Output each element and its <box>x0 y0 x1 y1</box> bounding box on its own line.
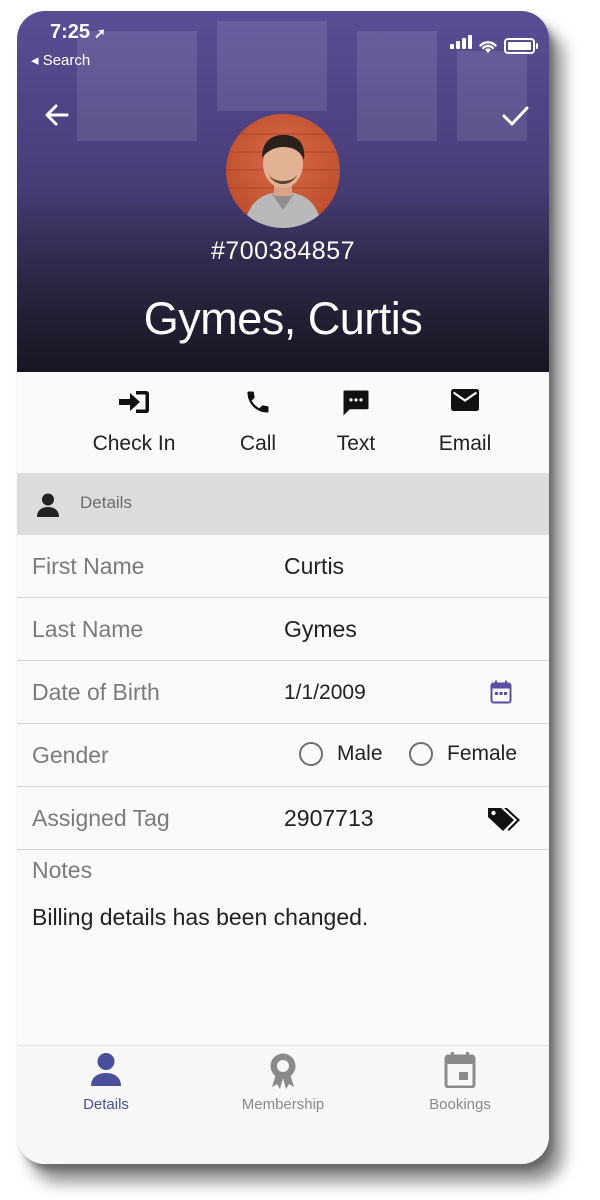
tab-details-label: Details <box>83 1096 129 1113</box>
avatar-photo <box>226 133 340 228</box>
tab-details[interactable]: Details <box>17 1046 195 1146</box>
notes-field[interactable]: Billing details has been changed. <box>32 904 368 931</box>
tab-bar: Details Membership Bookings <box>17 1045 549 1164</box>
check-in-label: Check In <box>92 432 176 455</box>
member-name: Gymes, Curtis <box>143 293 423 344</box>
battery-icon <box>504 38 538 54</box>
first-name-field[interactable]: Curtis <box>284 553 344 580</box>
phone-icon <box>247 391 269 413</box>
last-name-label: Last Name <box>32 616 144 642</box>
wifi-icon <box>479 41 497 53</box>
text-label: Text <box>336 432 376 455</box>
notes-label: Notes <box>32 857 93 883</box>
person-icon <box>37 493 59 517</box>
tab-bookings-label: Bookings <box>429 1096 491 1113</box>
arrow-left-icon <box>45 104 69 126</box>
radio-unchecked-icon <box>299 742 323 766</box>
check-in-icon <box>119 391 149 413</box>
calendar-icon[interactable] <box>490 680 512 704</box>
email-button[interactable]: Email <box>425 372 505 473</box>
call-label: Call <box>239 432 277 455</box>
phone-screen: 7:25 ➚ ◂ Search #700384857 Gymes, Curtis… <box>17 11 549 1164</box>
tags-icon[interactable] <box>487 806 521 832</box>
email-icon <box>451 389 479 411</box>
time-text: 7:25 <box>50 21 91 43</box>
tab-bookings[interactable]: Bookings <box>371 1046 549 1146</box>
last-name-row: Last Name Gymes <box>17 598 549 661</box>
assigned-tag-row: Assigned Tag 2907713 <box>17 787 549 850</box>
text-button[interactable]: Text <box>321 372 391 473</box>
member-id: #700384857 <box>210 237 356 265</box>
message-icon <box>343 390 369 416</box>
dob-label: Date of Birth <box>32 679 160 705</box>
tab-membership-label: Membership <box>241 1096 325 1113</box>
check-in-button[interactable]: Check In <box>79 372 189 473</box>
radio-unchecked-icon <box>409 742 433 766</box>
gender-female-radio[interactable]: Female <box>409 742 517 766</box>
dob-field[interactable]: 1/1/2009 <box>284 681 366 705</box>
gender-row: Gender Male Female <box>17 724 549 787</box>
email-label: Email <box>438 432 492 455</box>
last-name-field[interactable]: Gymes <box>284 616 357 643</box>
tab-membership[interactable]: Membership <box>194 1046 372 1146</box>
profile-header: 7:25 ➚ ◂ Search #700384857 Gymes, Curtis <box>17 11 549 372</box>
back-to-search-link[interactable]: ◂ Search <box>31 51 90 69</box>
gender-male-label: Male <box>337 742 383 765</box>
details-section-header: Details <box>17 473 549 535</box>
location-arrow-icon: ➚ <box>94 25 106 41</box>
dob-row: Date of Birth 1/1/2009 <box>17 661 549 724</box>
status-time: 7:25 ➚ <box>50 21 106 44</box>
award-ribbon-icon <box>270 1053 296 1089</box>
save-button[interactable] <box>499 99 531 131</box>
avatar[interactable] <box>226 114 340 228</box>
person-icon <box>91 1053 121 1086</box>
call-button[interactable]: Call <box>223 372 293 473</box>
status-indicators <box>448 35 538 54</box>
back-button[interactable] <box>41 99 73 131</box>
assigned-tag-field[interactable]: 2907713 <box>284 805 374 832</box>
action-bar: Check In Call Text Email <box>17 372 549 473</box>
calendar-icon <box>444 1052 476 1088</box>
section-title: Details <box>80 493 132 512</box>
gender-female-label: Female <box>447 742 518 765</box>
checkmark-icon <box>502 106 529 126</box>
first-name-label: First Name <box>32 553 145 579</box>
gender-label: Gender <box>32 742 109 768</box>
gender-male-radio[interactable]: Male <box>299 742 383 766</box>
assigned-tag-label: Assigned Tag <box>32 805 170 831</box>
first-name-row: First Name Curtis <box>17 535 549 598</box>
signal-icon <box>448 35 472 54</box>
